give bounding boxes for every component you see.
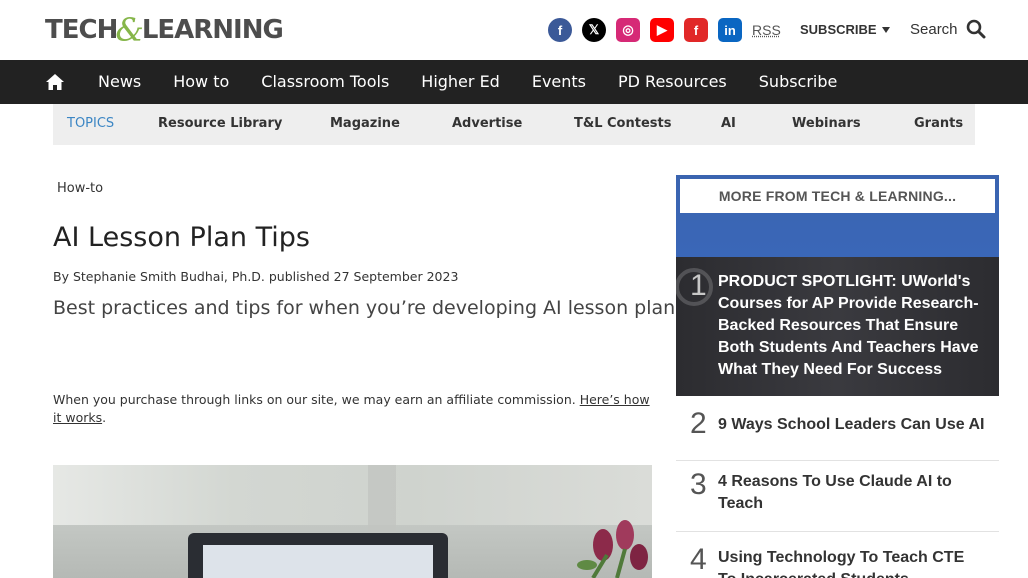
x-icon[interactable]: 𝕏	[582, 18, 606, 42]
nav-item-subscribe[interactable]: Subscribe	[743, 60, 854, 104]
rank-number: 2	[690, 407, 707, 440]
nav-items: News How to Classroom Tools Higher Ed Ev…	[82, 60, 853, 104]
logo-ampersand: &	[115, 11, 144, 49]
logo-text-tech: TECH	[45, 15, 118, 45]
topic-grants[interactable]: Grants	[914, 104, 963, 144]
rank-number: 1	[690, 269, 707, 302]
topic-webinars[interactable]: Webinars	[792, 104, 861, 144]
breadcrumb[interactable]: How-to	[57, 181, 103, 196]
nav-item-higher-ed[interactable]: Higher Ed	[405, 60, 516, 104]
nav-item-news[interactable]: News	[82, 60, 157, 104]
search-button[interactable]: Search	[910, 19, 986, 39]
divider	[676, 531, 999, 532]
topic-ai[interactable]: AI	[721, 104, 736, 144]
nav-item-classroom-tools[interactable]: Classroom Tools	[245, 60, 405, 104]
page-title: AI Lesson Plan Tips	[53, 222, 310, 253]
subscribe-label: SUBSCRIBE	[800, 22, 877, 37]
sidebar-item-title[interactable]: Using Technology To Teach CTE To Incarce…	[718, 547, 983, 578]
site-header: TECH & LEARNING f 𝕏 ◎ ▶ f in RSS SUBSCRIBE…	[0, 0, 1028, 60]
nav-item-how-to[interactable]: How to	[157, 60, 245, 104]
rss-link[interactable]: RSS	[752, 22, 781, 38]
topic-resource-library[interactable]: Resource Library	[158, 104, 282, 144]
hero-laptop-screen	[203, 545, 433, 578]
divider	[676, 460, 999, 461]
sidebar-item-featured[interactable]: 1 PRODUCT SPOTLIGHT: UWorld's Courses fo…	[676, 257, 999, 396]
hero-background	[53, 465, 652, 525]
home-icon[interactable]	[45, 72, 65, 92]
topics-bar: TOPICS Resource Library Magazine Adverti…	[53, 104, 975, 145]
affiliate-text: When you purchase through links on our s…	[53, 392, 580, 407]
search-label: Search	[910, 20, 958, 38]
search-icon	[966, 19, 986, 39]
byline: By Stephanie Smith Budhai, Ph.D. publish…	[53, 269, 459, 284]
hero-flowers	[577, 520, 648, 578]
linkedin-icon[interactable]: in	[718, 18, 742, 42]
topic-tl-contests[interactable]: T&L Contests	[574, 104, 671, 144]
youtube-icon[interactable]: ▶	[650, 18, 674, 42]
sidebar-heading: MORE FROM TECH & LEARNING...	[680, 179, 995, 213]
caret-down-icon	[881, 26, 890, 33]
facebook-icon[interactable]: f	[548, 18, 572, 42]
main-nav: News How to Classroom Tools Higher Ed Ev…	[0, 60, 1028, 104]
topic-magazine[interactable]: Magazine	[330, 104, 400, 144]
affiliate-end: .	[102, 410, 107, 425]
sidebar-more-from: MORE FROM TECH & LEARNING... 1 PRODUCT S…	[676, 175, 999, 578]
sidebar-item-title[interactable]: 9 Ways School Leaders Can Use AI	[718, 414, 993, 436]
rank-number: 4	[690, 543, 707, 576]
subscribe-dropdown[interactable]: SUBSCRIBE	[800, 22, 890, 37]
site-logo[interactable]: TECH & LEARNING	[45, 11, 284, 49]
instagram-icon[interactable]: ◎	[616, 18, 640, 42]
topic-advertise[interactable]: Advertise	[452, 104, 522, 144]
flipboard-icon[interactable]: f	[684, 18, 708, 42]
sidebar-header: MORE FROM TECH & LEARNING...	[676, 175, 999, 257]
article-strapline: Best practices and tips for when you’re …	[53, 297, 686, 319]
nav-item-pd-resources[interactable]: PD Resources	[602, 60, 743, 104]
sidebar-item-title[interactable]: PRODUCT SPOTLIGHT: UWorld's Courses for …	[718, 271, 988, 381]
topics-label: TOPICS	[67, 116, 115, 131]
nav-item-events[interactable]: Events	[516, 60, 602, 104]
sidebar-item-title[interactable]: 4 Reasons To Use Claude AI to Teach	[718, 471, 978, 515]
hero-image	[53, 465, 652, 578]
affiliate-disclosure: When you purchase through links on our s…	[53, 391, 653, 427]
rank-number: 3	[690, 468, 707, 501]
logo-text-learning: LEARNING	[141, 15, 284, 45]
social-links: f 𝕏 ◎ ▶ f in RSS	[548, 18, 781, 42]
